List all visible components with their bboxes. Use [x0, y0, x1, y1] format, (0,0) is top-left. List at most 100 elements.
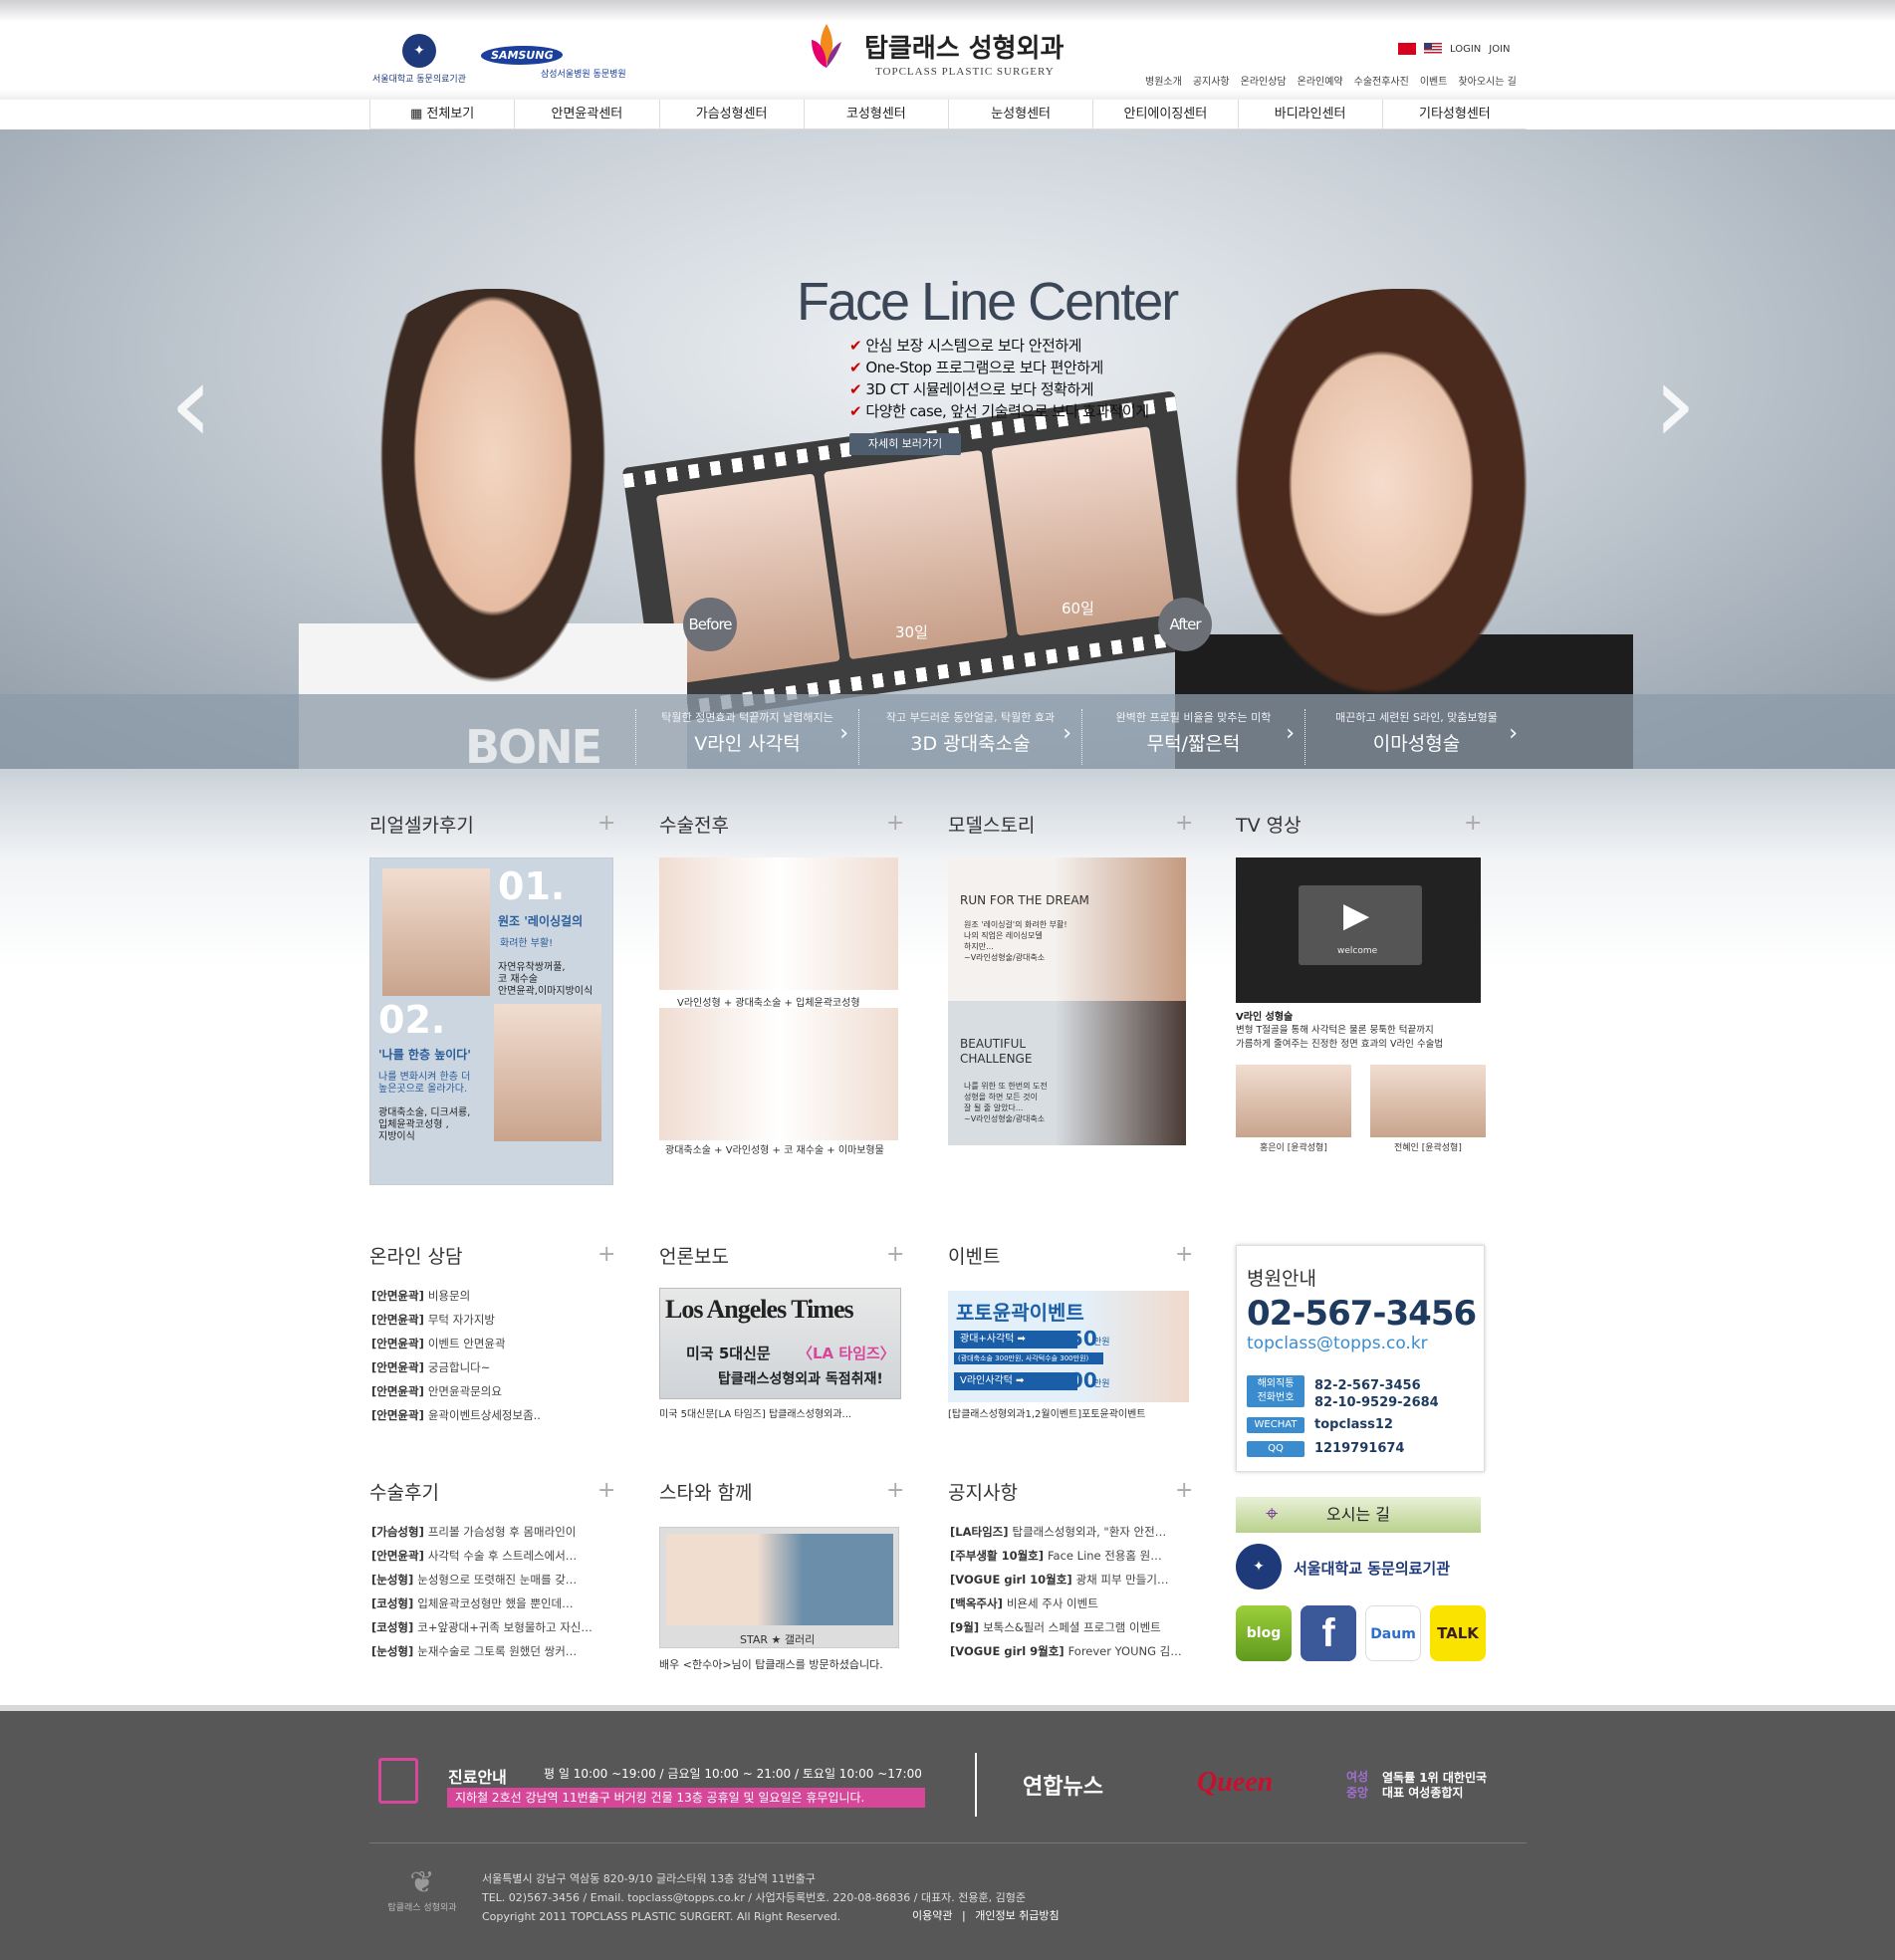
plus-icon[interactable]: + — [1175, 1478, 1193, 1503]
list-item[interactable]: [LA타임즈] 탑클래스성형외과, "환자 안전… — [950, 1520, 1182, 1544]
yonhap-logo[interactable]: 연합뉴스 — [1023, 1769, 1103, 1801]
women-central-logo[interactable]: 여성중앙 — [1346, 1769, 1374, 1805]
plus-icon[interactable]: + — [886, 1242, 904, 1267]
consult-list: [안면윤곽] 비용문의 [안면윤곽] 무턱 자가지방 [안면윤곽] 이벤트 안면윤곽 … — [371, 1284, 541, 1427]
plus-icon[interactable]: + — [886, 811, 904, 836]
snu-alumni-logo[interactable]: ✦ 서울대학교 동문의료기관 — [364, 34, 474, 86]
cat-chin[interactable]: 완벽한 프로필 비율을 맞추는 미학 무턱/짧은턱 › — [1081, 709, 1304, 765]
util-reserve[interactable]: 온라인예약 — [1298, 73, 1343, 88]
list-item[interactable]: [눈성형] 눈성형으로 또렷해진 눈매를 갖… — [371, 1568, 592, 1592]
event-banner[interactable]: 포토윤곽이벤트 광대+사각턱 ➡ 550 만원 (광대축소술 300만원, 사각… — [948, 1291, 1189, 1402]
plus-icon[interactable]: + — [886, 1478, 904, 1503]
util-notice[interactable]: 공지사항 — [1193, 73, 1230, 88]
list-item[interactable]: [안면윤곽] 안면윤곽문의요 — [371, 1379, 541, 1403]
star-gallery-card[interactable]: STAR ★ 갤러리 — [659, 1527, 899, 1648]
list-item[interactable]: [백옥주사] 비욘세 주사 이벤트 — [950, 1592, 1182, 1615]
location-text: 지하철 2호선 강남역 11번출구 버거킹 건물 13층 공휴일 및 일요일은 … — [447, 1788, 925, 1808]
util-consult[interactable]: 온라인상담 — [1241, 73, 1287, 88]
util-event[interactable]: 이벤트 — [1420, 73, 1448, 88]
directions-button[interactable]: ⌖ 오시는 길 — [1236, 1497, 1481, 1533]
list-item[interactable]: [코성형] 입체윤곽코성형만 했을 뿐인데… — [371, 1592, 592, 1615]
plus-icon[interactable]: + — [597, 811, 615, 836]
util-photos[interactable]: 수술전후사진 — [1354, 73, 1409, 88]
kakaotalk-icon[interactable]: TALK — [1430, 1605, 1486, 1661]
nav-bodyline[interactable]: 바디라인센터 — [1237, 100, 1382, 128]
list-item[interactable]: [안면윤곽] 이벤트 안면윤곽 — [371, 1332, 541, 1355]
hours-text: 평 일 10:00 ~19:00 / 금요일 10:00 ~ 21:00 / 토… — [544, 1767, 922, 1781]
list-item[interactable]: [안면윤곽] 사각턱 수술 후 스트레스에서… — [371, 1544, 592, 1568]
list-item[interactable]: [안면윤곽] 궁금합니다~ — [371, 1355, 541, 1379]
plus-icon[interactable]: + — [1175, 1242, 1193, 1267]
phone-number[interactable]: 02-567-3456 — [1247, 1294, 1477, 1334]
plus-icon[interactable]: + — [1464, 811, 1482, 836]
star-title: 스타와 함께 — [659, 1482, 753, 1504]
plus-icon[interactable]: + — [597, 1478, 615, 1503]
model-card-2[interactable]: BEAUTIFUL CHALLENGE 나를 위한 또 한번의 도전 성형을 하… — [948, 1001, 1186, 1145]
divider — [975, 1753, 977, 1817]
terms-link[interactable]: 이용약관 — [912, 1909, 952, 1922]
cat-cheekbone[interactable]: 작고 부드러운 동안얼굴, 탁월한 효과 3D 광대축소술 › — [858, 709, 1081, 765]
us-flag-icon[interactable] — [1424, 43, 1442, 55]
samsung-hospital-logo[interactable]: SAMSUNG 삼성서울병원 동문병원 — [479, 44, 655, 80]
tv-thumb-2[interactable] — [1370, 1065, 1486, 1137]
women-central-text: 열독률 1위 대한민국 대표 여성종합지 — [1382, 1771, 1488, 1800]
beforeafter-photo-2[interactable] — [659, 1008, 898, 1140]
model-card-1[interactable]: RUN FOR THE DREAM 원조 '레이싱걸'의 화려한 부활! 나의 … — [948, 858, 1186, 1002]
list-item[interactable]: [안면윤곽] 비용문의 — [371, 1284, 541, 1308]
tv-video-player[interactable]: ▶ welcome — [1236, 858, 1481, 1003]
util-about[interactable]: 병원소개 — [1145, 73, 1182, 88]
snu-banner[interactable]: ✦ 서울대학교 동문의료기관 — [1236, 1544, 1481, 1590]
press-banner[interactable]: Los Angeles Times 미국 5대신문 〈LA 타임즈〉 탑클래스성… — [659, 1288, 901, 1399]
blog-icon[interactable]: blog — [1236, 1605, 1292, 1661]
list-item[interactable]: [VOGUE girl 9월호] Forever YOUNG 김… — [950, 1639, 1182, 1663]
privacy-link[interactable]: 개인정보 취급방침 — [975, 1909, 1059, 1922]
daum-icon[interactable]: Daum — [1365, 1605, 1421, 1661]
nav-facial-contour[interactable]: 안면윤곽센터 — [514, 100, 658, 128]
nav-all[interactable]: ▦ 전체보기 — [369, 100, 514, 128]
after-badge: After — [1158, 598, 1212, 651]
list-item[interactable]: [눈성형] 눈재수술로 그토록 원했던 쌍커… — [371, 1639, 592, 1663]
beforeafter-photo-1[interactable] — [659, 858, 898, 990]
list-item[interactable]: [안면윤곽] 무턱 자가지방 — [371, 1308, 541, 1332]
facebook-icon[interactable]: f — [1301, 1605, 1356, 1661]
list-item[interactable]: [주부생활 10월호] Face Line 전용홈 원… — [950, 1544, 1182, 1568]
list-item[interactable]: [VOGUE girl 10월호] 광채 피부 만들기… — [950, 1568, 1182, 1592]
nav-nose[interactable]: 코성형센터 — [803, 100, 948, 128]
cat-vline[interactable]: 탁월한 정면효과 턱끝까지 날렵해지는 V라인 사각턱 › — [635, 709, 858, 765]
nav-antiaging[interactable]: 안티에이징센터 — [1092, 100, 1237, 128]
nav-breast[interactable]: 가슴성형센터 — [658, 100, 804, 128]
realself-card[interactable]: 01. 원조 '레이싱걸의 화려한 부활! 자연유착쌍꺼풀, 코 재수술 안면윤… — [369, 858, 613, 1185]
realself-photo-2 — [494, 1004, 601, 1141]
plus-icon[interactable]: + — [597, 1242, 615, 1267]
util-directions[interactable]: 찾아오시는 길 — [1458, 73, 1516, 88]
list-item[interactable]: [코성형] 코+앞광대+귀족 보형물하고 자신… — [371, 1615, 592, 1639]
list-item[interactable]: [가슴성형] 프리볼 가슴성형 후 몸매라인이 — [371, 1520, 592, 1544]
login-link[interactable]: LOGIN — [1450, 44, 1481, 55]
review-list: [가슴성형] 프리볼 가슴성형 후 몸매라인이 [안면윤곽] 사각턱 수술 후 스트… — [371, 1520, 592, 1663]
plus-icon[interactable]: + — [1175, 811, 1193, 836]
play-icon[interactable]: ▶ — [1343, 895, 1369, 935]
chevron-right-icon: › — [1509, 721, 1518, 746]
next-arrow-icon[interactable]: › — [1653, 349, 1697, 458]
join-link[interactable]: JOIN — [1489, 44, 1510, 55]
tv-thumb-1[interactable] — [1236, 1065, 1351, 1137]
snu-seal-icon: ✦ — [1236, 1544, 1282, 1590]
star-photo — [666, 1534, 893, 1625]
cat-forehead[interactable]: 매끈하고 세련된 S라인, 맞춤보형물 이마성형술 › — [1304, 709, 1528, 765]
prev-arrow-icon[interactable]: ‹ — [169, 349, 213, 458]
nav-etc[interactable]: 기타성형센터 — [1381, 100, 1527, 128]
china-flag-icon[interactable] — [1398, 43, 1416, 55]
list-item[interactable]: [9월] 보톡스&필러 스페셜 프로그램 이벤트 — [950, 1615, 1182, 1639]
nav-eye[interactable]: 눈성형센터 — [948, 100, 1092, 128]
notice-title: 공지사항 — [948, 1482, 1018, 1504]
language-bar: LOGIN JOIN — [1398, 43, 1511, 55]
snu-seal-icon: ✦ — [402, 34, 436, 68]
notice-list: [LA타임즈] 탑클래스성형외과, "환자 안전… [주부생활 10월호] Face… — [950, 1520, 1182, 1663]
detail-button[interactable]: 자세히 보러가기 — [849, 433, 961, 455]
list-item[interactable]: [안면윤곽] 윤곽이벤트상세정보좀.. — [371, 1403, 541, 1427]
main-nav: ▦ 전체보기 안면윤곽센터 가슴성형센터 코성형센터 눈성형센터 안티에이징센터… — [369, 100, 1527, 129]
brand-logo[interactable]: 탑클래스 성형외과 TOPCLASS PLASTIC SURGERY — [810, 18, 1088, 82]
email-link[interactable]: topclass@topps.co.kr — [1247, 1334, 1428, 1353]
queen-logo[interactable]: Queen — [1197, 1767, 1273, 1799]
tv-title: TV 영상 — [1236, 815, 1302, 837]
